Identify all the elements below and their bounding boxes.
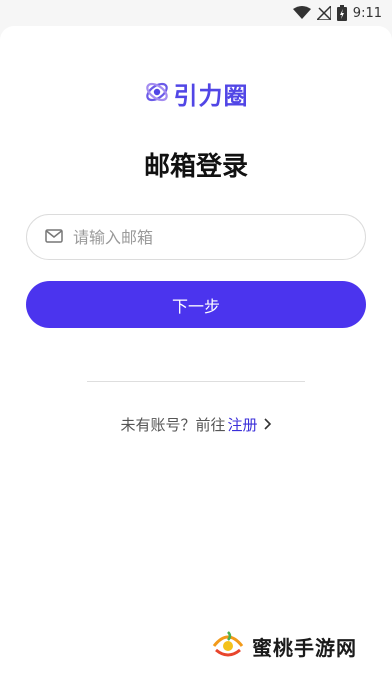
watermark-text: 蜜桃手游网: [252, 635, 357, 660]
watermark-logo-icon: [210, 626, 246, 666]
register-prompt-text: 未有账号？前往: [120, 416, 226, 434]
email-field-container[interactable]: [26, 214, 366, 260]
wifi-icon: [292, 6, 311, 20]
app-logo: 引力圈: [0, 76, 392, 111]
login-screen: 9:11 引力圈 邮箱登录 下一步: [0, 0, 392, 696]
page-title: 邮箱登录: [143, 152, 248, 182]
status-time: 9:11: [352, 5, 382, 21]
orbit-logo-icon: [144, 79, 170, 109]
next-step-button[interactable]: 下一步: [26, 281, 366, 328]
mail-icon: [45, 228, 63, 247]
login-sheet: 引力圈 邮箱登录 下一步 未有账号？前往 注册: [0, 26, 392, 696]
chevron-right-icon[interactable]: [263, 416, 272, 434]
logo-text: 引力圈: [173, 82, 249, 110]
register-link[interactable]: 注册: [228, 414, 258, 435]
email-input[interactable]: [73, 227, 323, 247]
no-signal-icon: [316, 6, 331, 20]
divider: [87, 381, 305, 382]
battery-charging-icon: [336, 5, 347, 21]
status-bar: 9:11: [0, 0, 392, 26]
register-prompt-line: 未有账号？前往 注册: [0, 414, 392, 435]
watermark: 蜜桃手游网: [210, 626, 357, 666]
